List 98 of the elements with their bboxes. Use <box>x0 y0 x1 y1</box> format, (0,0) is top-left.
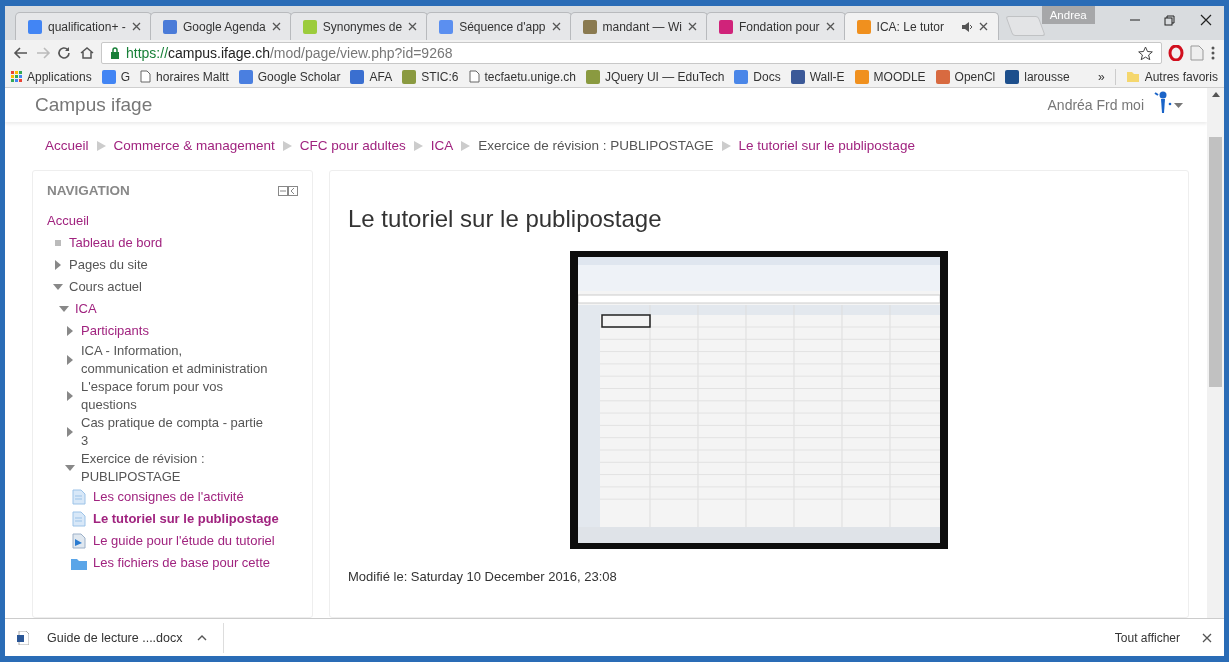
bookmark[interactable]: larousse <box>1005 69 1070 84</box>
menu-icon[interactable] <box>1210 45 1216 61</box>
breadcrumb-link[interactable]: CFC pour adultes <box>299 138 406 153</box>
bookmark-folder[interactable]: Autres favoris <box>1125 69 1218 84</box>
navigation-item[interactable]: Pages du site <box>69 256 148 274</box>
collapsed-arrow-icon[interactable] <box>53 260 63 270</box>
bookmark[interactable]: Applications <box>11 69 92 84</box>
address-bar[interactable]: https://campus.ifage.ch/mod/page/view.php?id=9268 <box>101 42 1162 64</box>
separator-icon <box>461 140 471 151</box>
expanded-arrow-icon[interactable] <box>53 282 63 292</box>
opera-icon[interactable] <box>1168 45 1184 61</box>
block-controls-icon[interactable] <box>278 185 298 196</box>
close-icon[interactable] <box>1199 14 1214 26</box>
word-document-icon <box>17 630 29 645</box>
separator-icon <box>721 140 731 151</box>
navigation-link[interactable]: ICA <box>75 300 97 318</box>
close-icon[interactable] <box>132 22 141 31</box>
lock-icon <box>110 47 120 59</box>
show-all-button[interactable]: Tout afficher <box>1104 626 1190 649</box>
navigation-item[interactable]: Cours actuel <box>69 278 142 296</box>
navigation-link[interactable]: Le guide pour l'étude du tutoriel <box>93 532 275 550</box>
collapsed-arrow-icon[interactable] <box>65 427 75 437</box>
bookmark[interactable]: MOODLE <box>854 69 926 84</box>
bookmark[interactable]: Google Scholar <box>238 69 341 84</box>
breadcrumb-text: Exercice de révision : PUBLIPOSTAGE <box>478 138 714 153</box>
browser-tab[interactable]: Fondation pour <box>705 12 846 40</box>
chevron-up-icon <box>196 634 207 641</box>
close-icon[interactable] <box>825 22 835 31</box>
expanded-arrow-icon[interactable] <box>59 304 69 314</box>
navigation-item[interactable]: ICA - Information, communication et administration <box>81 342 271 378</box>
page-title: Le tutoriel sur le publipostage <box>348 205 663 233</box>
folder-icon <box>1125 70 1140 83</box>
navigation-link[interactable]: Participants <box>81 322 149 340</box>
restore-icon[interactable] <box>1163 14 1178 26</box>
breadcrumb-link[interactable]: Commerce & management <box>113 138 275 153</box>
navigation-link[interactable]: Tableau de bord <box>69 234 163 252</box>
browser-tab[interactable]: Séquence d'app <box>426 12 572 40</box>
bookmark[interactable]: Wall-E <box>790 69 845 84</box>
home-icon[interactable] <box>79 46 95 60</box>
speaker-icon[interactable] <box>960 21 973 32</box>
expanded-arrow-icon[interactable] <box>65 463 75 473</box>
close-icon[interactable] <box>687 22 697 31</box>
navigation-item[interactable]: Exercice de révision : PUBLIPOSTAGE <box>81 450 271 486</box>
page-icon <box>72 511 86 527</box>
scrollbar[interactable] <box>1207 88 1224 618</box>
video-frame-placeholder[interactable] <box>570 251 948 549</box>
site-name[interactable]: Campus ifage <box>35 94 153 116</box>
block-title: NAVIGATION <box>47 183 130 198</box>
user-name[interactable]: Andréa Frd moi <box>1047 97 1144 113</box>
close-icon[interactable] <box>408 22 418 31</box>
bookmark[interactable]: horaires Maltt <box>140 69 229 84</box>
bookmark[interactable]: STIC:6 <box>402 69 459 84</box>
navigation-item[interactable]: L'espace forum pour vos questions <box>81 378 271 414</box>
separator-icon <box>413 140 423 151</box>
separator-icon <box>96 140 106 151</box>
close-icon[interactable] <box>978 22 988 31</box>
breadcrumb-link[interactable]: Le tutoriel sur le publipostage <box>738 138 915 153</box>
bookmark[interactable]: tecfaetu.unige.ch <box>468 69 576 84</box>
browser-tab[interactable]: Google Agenda <box>150 12 292 40</box>
navigation-link[interactable]: Les fichiers de base pour cette <box>93 554 271 572</box>
bookmark[interactable]: JQuery UI — EduTech <box>585 69 725 84</box>
bookmark[interactable]: G <box>101 69 131 84</box>
collapsed-arrow-icon[interactable] <box>65 391 75 401</box>
bookmark[interactable]: Docs <box>734 69 781 84</box>
close-icon[interactable] <box>551 22 561 31</box>
navigation-link[interactable]: Accueil <box>47 212 89 230</box>
browser-tab[interactable]: mandant — Wi <box>569 12 708 40</box>
bookmark[interactable]: AFA <box>350 69 393 84</box>
browser-tab[interactable]: Synonymes de <box>289 12 429 40</box>
close-icon[interactable] <box>271 22 281 31</box>
navigation-link[interactable]: Les consignes de l'activité <box>93 488 244 506</box>
page-icon <box>468 70 480 83</box>
file-icon <box>72 533 86 549</box>
url-text: https://campus.ifage.ch/mod/page/view.php?id=9268 <box>126 45 453 61</box>
navigation-link[interactable]: Le tutoriel sur le publipostage <box>93 510 279 528</box>
apps-grid-icon <box>11 71 22 82</box>
bullet-icon <box>55 240 61 246</box>
scroll-up-icon[interactable] <box>1211 92 1220 97</box>
bookmarks-overflow[interactable]: » <box>1097 69 1105 84</box>
bookmark[interactable]: OpenCl <box>935 69 996 84</box>
page-icon <box>140 70 152 83</box>
star-icon[interactable] <box>1138 45 1153 61</box>
breadcrumb-link[interactable]: Accueil <box>45 138 89 153</box>
modified-date: Modifié le: Saturday 10 December 2016, 23:08 <box>348 569 618 584</box>
browser-tab[interactable]: ICA: Le tutor <box>843 12 999 40</box>
back-icon[interactable] <box>13 46 29 60</box>
navigation-item[interactable]: Cas pratique de compta - partie 3 <box>81 414 271 450</box>
breadcrumb-link[interactable]: ICA <box>430 138 454 153</box>
folder-icon <box>71 556 87 570</box>
reload-icon[interactable] <box>57 46 73 60</box>
caret-icon[interactable] <box>1174 102 1183 108</box>
collapsed-arrow-icon[interactable] <box>65 355 75 365</box>
page-icon <box>72 489 86 505</box>
close-icon[interactable] <box>1202 632 1212 643</box>
separator-icon <box>282 140 292 151</box>
collapsed-arrow-icon[interactable] <box>65 326 75 336</box>
download-item[interactable]: Guide de lecture ....docx <box>17 622 224 653</box>
browser-tab[interactable]: qualification+ - <box>15 12 152 40</box>
